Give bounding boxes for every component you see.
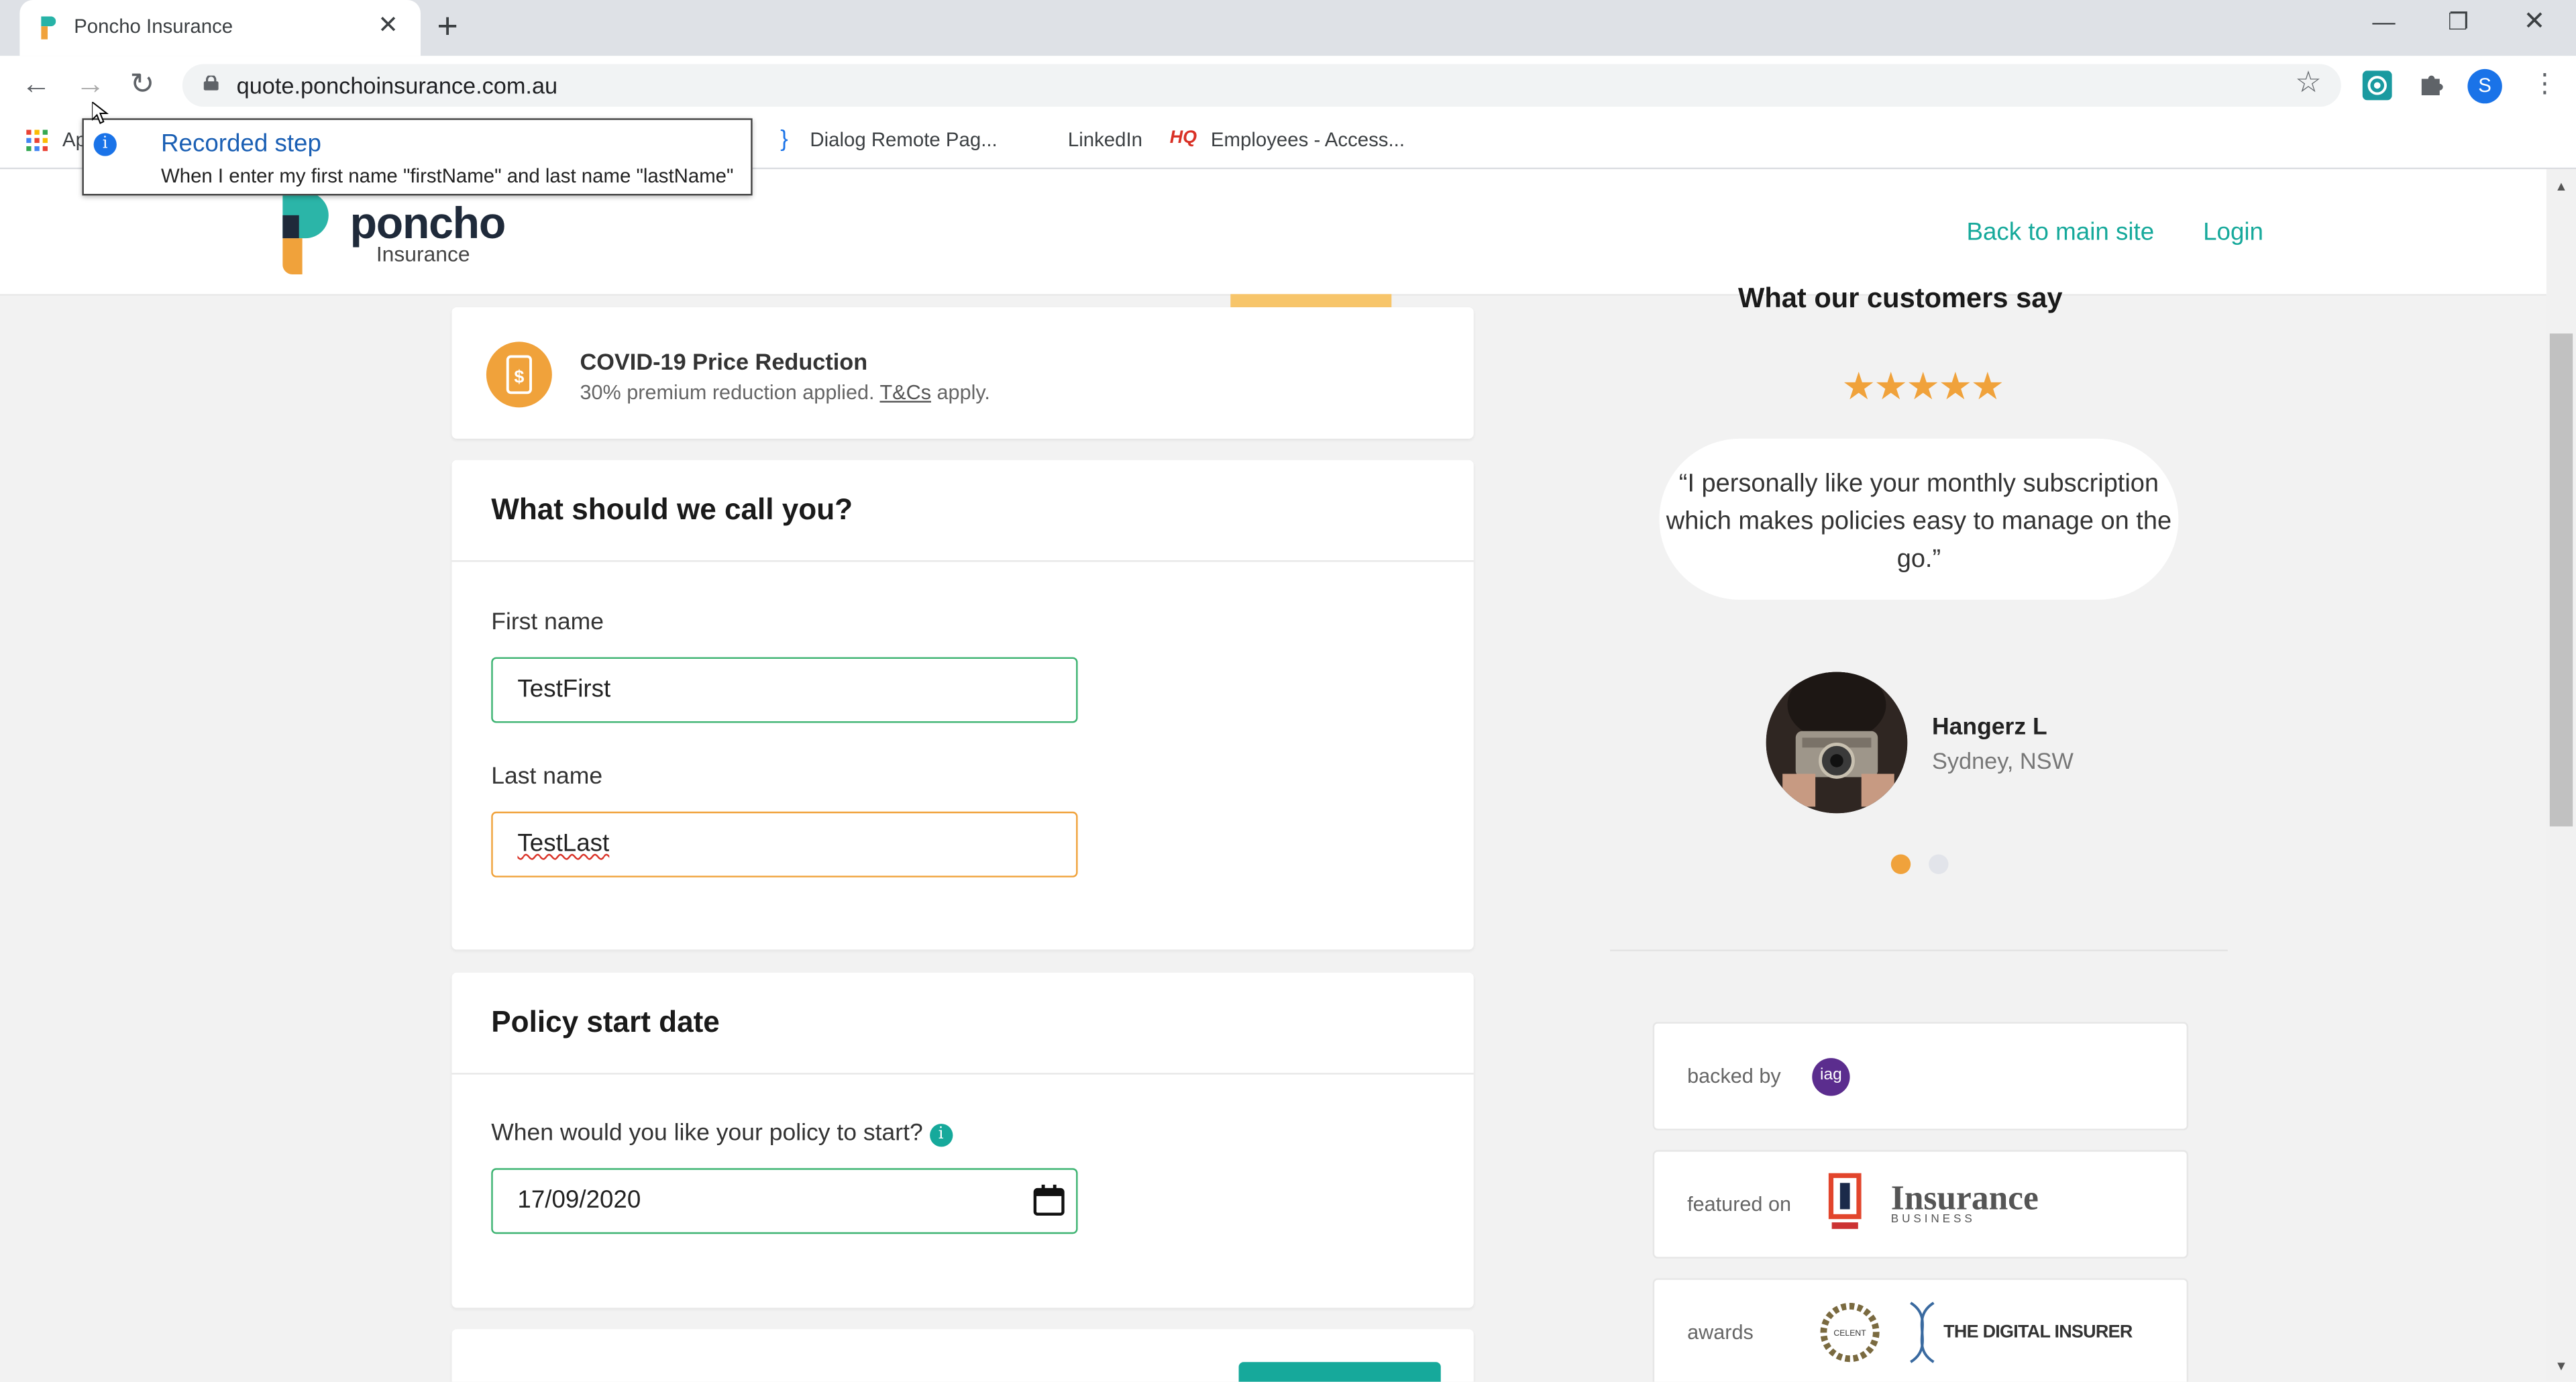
mouse-cursor-icon xyxy=(92,101,109,125)
back-to-main-site-link[interactable]: Back to main site xyxy=(1966,219,2154,247)
featured-on-label: featured on xyxy=(1687,1192,1792,1216)
first-name-value: TestFirst xyxy=(517,675,611,704)
carousel-dot-active[interactable] xyxy=(1890,854,1911,874)
celent-award-icon: CELENT xyxy=(1820,1303,1880,1363)
first-name-input[interactable]: TestFirst xyxy=(491,657,1078,723)
divider xyxy=(451,560,1474,562)
reload-icon[interactable]: ↻ xyxy=(129,66,154,102)
progress-tab-highlight xyxy=(1230,294,1392,307)
reviewer-avatar xyxy=(1766,672,1908,814)
reviewer-location: Sydney, NSW xyxy=(1932,747,2074,774)
next-card xyxy=(451,1329,1474,1382)
continue-button[interactable] xyxy=(1238,1362,1441,1382)
browser-toolbar: ← → ↻ quote.ponchoinsurance.com.au ☆ xyxy=(0,56,2576,115)
price-reduction-icon: $ xyxy=(486,341,552,408)
five-star-rating-icon: ★★★★★ xyxy=(1841,364,2004,408)
backed-by-card: backed by iag xyxy=(1652,1022,2189,1130)
calendar-icon[interactable] xyxy=(1033,1184,1065,1216)
last-name-input[interactable]: TestLast xyxy=(491,811,1078,878)
address-bar[interactable]: quote.ponchoinsurance.com.au ☆ xyxy=(182,64,2341,107)
tcs-link[interactable]: T&Cs xyxy=(879,381,931,404)
bookmark-dialog-remote[interactable]: Dialog Remote Pag... xyxy=(810,128,997,151)
review-quote-bubble: “I personally like your monthly subscrip… xyxy=(1659,438,2179,600)
info-icon: i xyxy=(93,133,117,156)
scroll-thumb[interactable] xyxy=(2549,333,2573,827)
bookmark-employees[interactable]: Employees - Access... xyxy=(1211,128,1405,151)
bookmark-linkedin[interactable]: LinkedIn xyxy=(1068,128,1142,151)
iag-logo: iag xyxy=(1812,1058,1850,1096)
dna-icon xyxy=(1910,1301,1935,1363)
url-text: quote.ponchoinsurance.com.au xyxy=(236,72,558,99)
bookmark-star-icon[interactable]: ☆ xyxy=(2295,66,2322,100)
window-close-icon[interactable]: ✕ xyxy=(2524,5,2546,38)
covid-title: COVID-19 Price Reduction xyxy=(580,348,868,375)
policy-start-card: Policy start date When would you like yo… xyxy=(451,972,1474,1308)
employees-hq-icon: HQ xyxy=(1169,128,1197,148)
name-card-heading: What should we call you? xyxy=(491,492,853,526)
policy-start-question: When would you like your policy to start… xyxy=(491,1120,953,1147)
last-name-value: TestLast xyxy=(517,829,610,858)
backed-by-label: backed by xyxy=(1687,1064,1781,1088)
poncho-favicon-icon xyxy=(41,16,56,40)
policy-card-heading: Policy start date xyxy=(491,1005,720,1039)
minimize-icon[interactable]: — xyxy=(2372,8,2395,34)
divider xyxy=(451,1073,1474,1075)
browser-viewport: Poncho Insurance ✕ + — ❐ ✕ ← → ↻ quote.p… xyxy=(0,0,2576,1382)
svg-text:$: $ xyxy=(514,367,524,387)
tooltip-title: Recorded step xyxy=(161,129,321,158)
digital-insurer-logo: THE DIGITAL INSURER xyxy=(1943,1322,2133,1342)
insurance-business-sublogo: BUSINESS xyxy=(1890,1214,1976,1226)
extension-recorder-icon[interactable] xyxy=(2362,70,2392,101)
logo-subtext: Insurance xyxy=(376,242,470,266)
login-link[interactable]: Login xyxy=(2203,219,2263,247)
date-value: 17/09/2020 xyxy=(517,1186,641,1214)
covid-subtitle: 30% premium reduction applied. T&Cs appl… xyxy=(580,381,990,405)
extensions-puzzle-icon[interactable] xyxy=(2418,70,2447,99)
browser-titlebar: Poncho Insurance ✕ + — ❐ ✕ xyxy=(0,0,2576,56)
tooltip-body: When I enter my first name "firstName" a… xyxy=(161,164,734,188)
lock-icon xyxy=(203,75,219,91)
browser-menu-icon[interactable]: ⋮ xyxy=(2532,67,2558,100)
scroll-up-arrow-icon[interactable]: ▲ xyxy=(2555,179,2567,194)
reviewer-name: Hangerz L xyxy=(1932,714,2047,741)
insurance-business-logo: Insurance xyxy=(1890,1177,2039,1218)
svg-text:CELENT: CELENT xyxy=(1833,1328,1866,1338)
recorded-step-tooltip: i Recorded step When I enter my first na… xyxy=(82,118,753,196)
dialog-bookmark-icon: } xyxy=(780,125,788,152)
name-card: What should we call you? First name Test… xyxy=(451,460,1474,950)
news-logo-icon xyxy=(1828,1173,1862,1229)
back-arrow-icon[interactable]: ← xyxy=(21,66,51,102)
last-name-label: Last name xyxy=(491,763,603,790)
browser-tab[interactable]: Poncho Insurance ✕ xyxy=(19,0,421,56)
forward-arrow-icon[interactable]: → xyxy=(76,66,105,102)
covid-price-card: $ COVID-19 Price Reduction 30% premium r… xyxy=(451,307,1474,439)
profile-avatar[interactable]: S xyxy=(2467,68,2502,104)
reviews-title: What our customers say xyxy=(1738,282,2063,314)
first-name-label: First name xyxy=(491,609,604,636)
new-tab-icon[interactable]: + xyxy=(437,7,458,44)
tab-title: Poncho Insurance xyxy=(74,15,233,38)
tab-close-icon[interactable]: ✕ xyxy=(378,12,398,40)
info-icon[interactable]: i xyxy=(929,1124,953,1147)
policy-start-date-input[interactable]: 17/09/2020 xyxy=(491,1168,1078,1234)
poncho-logo-icon[interactable] xyxy=(282,192,331,274)
restore-icon[interactable]: ❐ xyxy=(2448,8,2469,36)
featured-on-card: featured on Insurance BUSINESS xyxy=(1652,1150,2189,1259)
page-scrollbar[interactable]: ▲ ▼ xyxy=(2546,169,2576,1382)
divider xyxy=(1610,949,2228,951)
carousel-dot[interactable] xyxy=(1929,854,1949,874)
review-quote: “I personally like your monthly subscrip… xyxy=(1666,470,2172,574)
scroll-down-arrow-icon[interactable]: ▼ xyxy=(2555,1359,2567,1373)
awards-label: awards xyxy=(1687,1320,1754,1344)
awards-card: awards CELENT THE DIGITAL INSURER xyxy=(1652,1278,2189,1382)
apps-grid-icon[interactable] xyxy=(26,129,48,152)
